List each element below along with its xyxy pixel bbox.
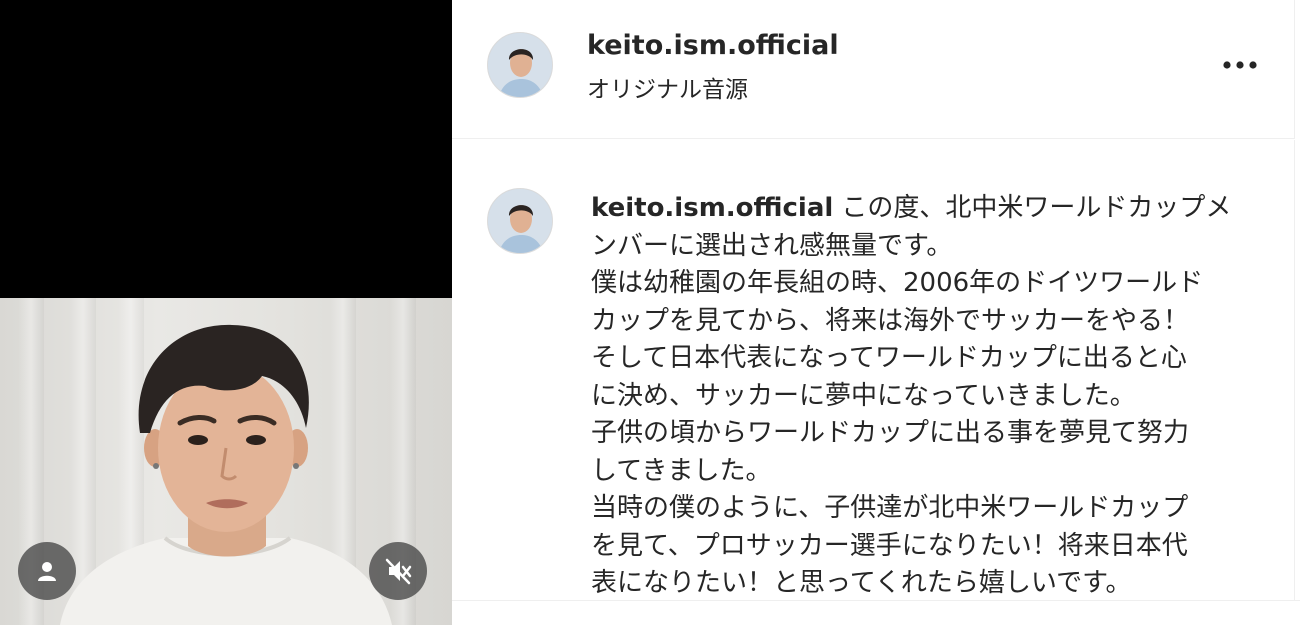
video-frame[interactable] [0, 298, 452, 625]
caption-line: に決め、サッカーに夢中になっていきました。 [591, 380, 1136, 411]
post-details-panel: keito.ism.official オリジナル音源 keito.ism.off… [452, 0, 1300, 625]
post-author-username[interactable]: keito.ism.official [587, 30, 839, 61]
caption-line: keito.ism.official この度、北中米ワールドカップメ [591, 190, 1291, 228]
caption-line: を見て、プロサッカー選手になりたい！将来日本代 [591, 530, 1188, 561]
caption-line: そして日本代表になってワールドカップに出ると心 [591, 343, 1187, 373]
tagged-users-button[interactable] [18, 542, 76, 600]
mute-toggle-button[interactable] [369, 542, 427, 600]
more-horizontal-icon [1223, 61, 1257, 69]
user-icon [38, 562, 56, 581]
caption-line: 当時の僕のように、子供達が北中米ワールドカップ [591, 493, 1189, 523]
caption-line: 僕は幼稚園の年長組の時、2006年のドイツワールド [591, 268, 1204, 298]
caption-line: カップを見てから、将来は海外でサッカーをやる！ [591, 305, 1190, 336]
reel-video-player[interactable] [0, 0, 452, 625]
more-options-button[interactable] [1212, 48, 1268, 82]
avatar-image [488, 33, 552, 97]
caption-username[interactable]: keito.ism.official [591, 193, 833, 223]
scroll-track[interactable] [1294, 140, 1295, 600]
caption-avatar[interactable] [487, 188, 553, 254]
post-header: keito.ism.official オリジナル音源 [452, 0, 1295, 139]
volume-muted-icon [385, 558, 412, 585]
avatar[interactable] [487, 32, 553, 98]
divider [452, 600, 1300, 601]
caption-line: ンバーに選出され感無量です。 [591, 230, 953, 261]
caption-line: 子供の頃からワールドカップに出る事を夢見て努力 [591, 418, 1190, 448]
post-caption: keito.ism.official この度、北中米ワールドカップメ ンバーに選出… [591, 190, 1291, 603]
audio-label[interactable]: オリジナル音源 [587, 70, 748, 104]
avatar-image [488, 189, 552, 253]
caption-text: この度、北中米ワールドカップメ [841, 193, 1232, 223]
caption-line: 表になりたい！と思ってくれたら嬉しいです。 [591, 568, 1132, 598]
caption-line: してきました。 [591, 455, 772, 486]
